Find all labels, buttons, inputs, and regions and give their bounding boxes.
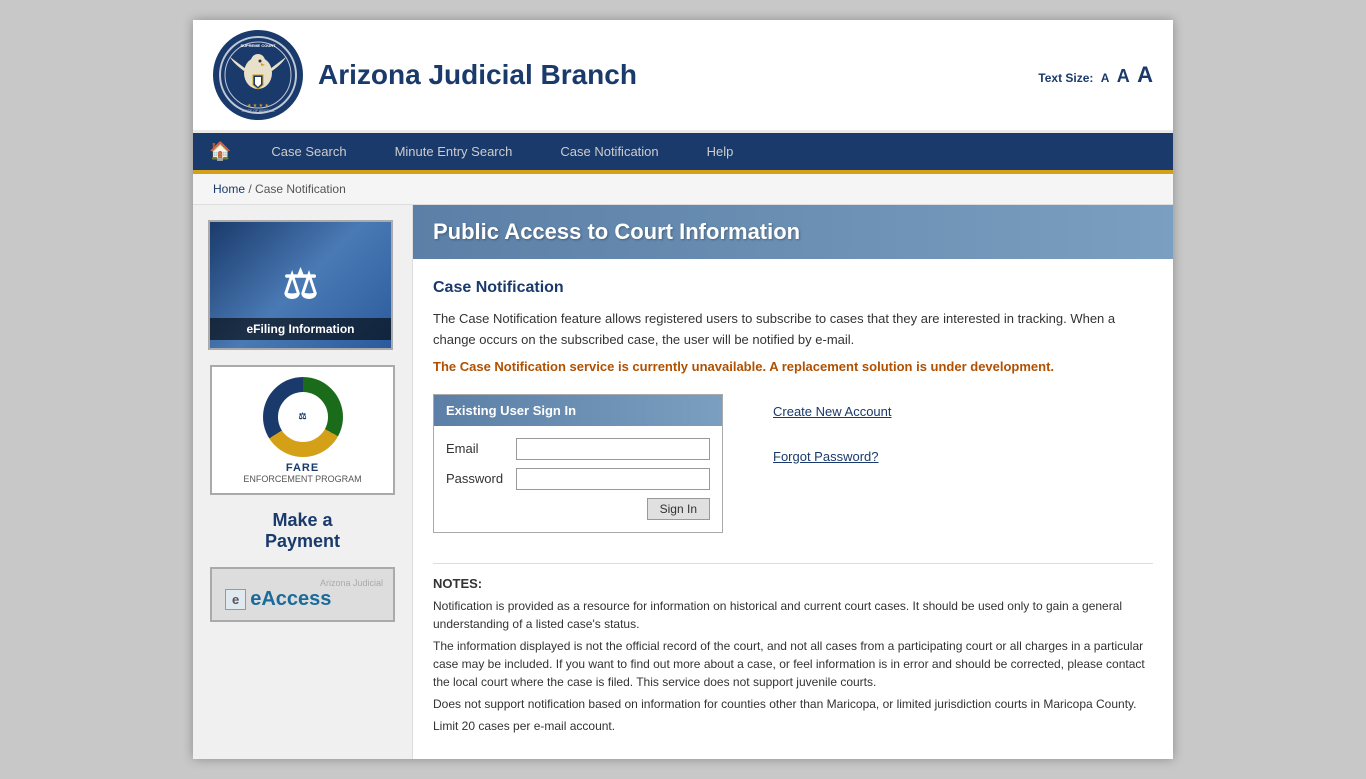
note-4: Limit 20 cases per e-mail account. [433, 717, 1153, 735]
text-size-large[interactable]: A [1137, 62, 1153, 87]
nav-help[interactable]: Help [683, 134, 758, 169]
breadcrumb-separator: / [248, 182, 251, 196]
nav-home-button[interactable]: 🏠 [193, 133, 247, 170]
header-left: ★ ★ ★ ★ SUPREME COURT STATE OF ARIZONA A… [213, 30, 637, 120]
forgot-password-link[interactable]: Forgot Password? [773, 449, 892, 464]
nav-bar: 🏠 Case Search Minute Entry Search Case N… [193, 133, 1173, 174]
notes-title: NOTES: [433, 576, 1153, 591]
note-3: Does not support notification based on i… [433, 695, 1153, 713]
scales-icon: ⚖ [283, 262, 319, 308]
efiling-banner[interactable]: ⚖ eFiling Information [208, 220, 397, 350]
page-title: Public Access to Court Information [433, 219, 1153, 245]
email-row: Email [446, 438, 710, 460]
fare-inner: ⚖ [278, 392, 328, 442]
signin-box-body: Email Password Sign In [434, 426, 722, 532]
email-input[interactable] [516, 438, 710, 460]
content-area: Public Access to Court Information Case … [413, 205, 1173, 759]
efiling-image: ⚖ eFiling Information [208, 220, 393, 350]
breadcrumb: Home / Case Notification [193, 174, 1173, 205]
nav-case-notification[interactable]: Case Notification [536, 134, 682, 169]
text-size-label: Text Size: [1038, 71, 1093, 85]
efiling-label: eFiling Information [210, 318, 391, 340]
password-input[interactable] [516, 468, 710, 490]
svg-text:SUPREME COURT: SUPREME COURT [240, 43, 276, 48]
signin-box: Existing User Sign In Email Password [433, 394, 723, 533]
main-layout: ⚖ eFiling Information ⚖ FARE ENFORCEMENT… [193, 205, 1173, 759]
eaccess-sub: Arizona Judicial [217, 578, 388, 588]
fare-circle: ⚖ [263, 377, 343, 457]
password-row: Password [446, 468, 710, 490]
warning-text: The Case Notification service is current… [433, 359, 1153, 374]
signin-area: Existing User Sign In Email Password [433, 394, 1153, 533]
fare-sublabel: ENFORCEMENT PROGRAM [243, 474, 361, 484]
make-payment-link[interactable]: Make aPayment [208, 510, 397, 552]
content-body: Case Notification The Case Notification … [413, 279, 1173, 759]
email-label: Email [446, 441, 516, 456]
svg-text:STATE OF ARIZONA: STATE OF ARIZONA [242, 109, 276, 113]
site-title: Arizona Judicial Branch [318, 59, 637, 91]
eaccess-label: eAccess [250, 588, 331, 611]
info-text: The Case Notification feature allows reg… [433, 309, 1153, 351]
fare-label: FARE [286, 462, 319, 474]
account-links: Create New Account Forgot Password? [773, 394, 892, 464]
text-size-medium[interactable]: A [1117, 66, 1130, 86]
signin-box-header: Existing User Sign In [434, 395, 722, 426]
header: ★ ★ ★ ★ SUPREME COURT STATE OF ARIZONA A… [193, 20, 1173, 133]
eaccess-banner[interactable]: Arizona Judicial e eAccess [210, 567, 395, 622]
signin-button[interactable]: Sign In [647, 498, 710, 520]
breadcrumb-current: Case Notification [255, 182, 346, 196]
section-title: Case Notification [433, 279, 1153, 297]
logo: ★ ★ ★ ★ SUPREME COURT STATE OF ARIZONA [213, 30, 303, 120]
note-2: The information displayed is not the off… [433, 637, 1153, 691]
page-header-bar: Public Access to Court Information [413, 205, 1173, 259]
password-label: Password [446, 471, 516, 486]
text-size-small[interactable]: A [1101, 71, 1110, 85]
notes-section: NOTES: Notification is provided as a res… [433, 563, 1153, 735]
note-1: Notification is provided as a resource f… [433, 597, 1153, 633]
fare-banner[interactable]: ⚖ FARE ENFORCEMENT PROGRAM [210, 365, 395, 495]
text-size-control: Text Size: A A A [1034, 62, 1153, 88]
sidebar: ⚖ eFiling Information ⚖ FARE ENFORCEMENT… [193, 205, 413, 759]
nav-case-search[interactable]: Case Search [247, 134, 370, 169]
create-account-link[interactable]: Create New Account [773, 404, 892, 419]
breadcrumb-home[interactable]: Home [213, 182, 245, 196]
nav-minute-entry-search[interactable]: Minute Entry Search [371, 134, 537, 169]
signin-btn-row: Sign In [446, 498, 710, 520]
